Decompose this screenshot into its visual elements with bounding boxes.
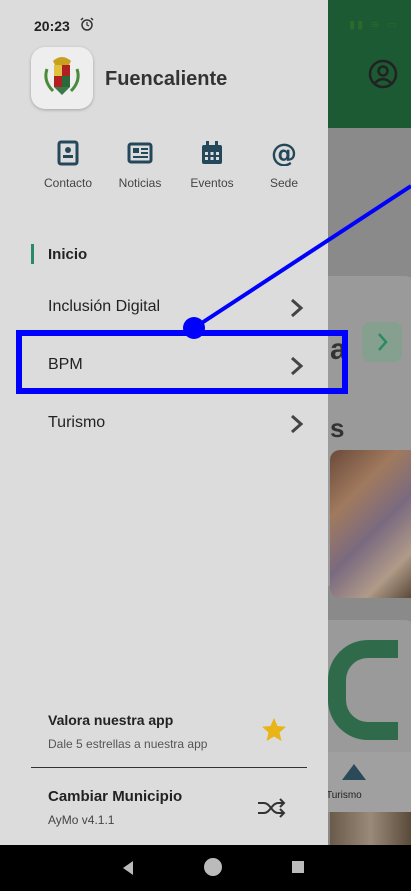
background-photo (330, 450, 411, 598)
quick-link-label: Noticias (118, 176, 162, 190)
menu-item-label: Turismo (48, 414, 106, 431)
status-icons: ▮▮ ≋ ▭ (349, 19, 399, 31)
chevron-right-icon (291, 298, 304, 318)
navigation-drawer: Fuencaliente Contacto Noticias Eventos @… (0, 0, 328, 845)
coat-of-arms-icon (44, 57, 80, 95)
quick-link-contacto[interactable]: Contacto (38, 140, 98, 190)
recent-apps-icon[interactable] (292, 861, 304, 873)
app-title: Fuencaliente (105, 68, 228, 90)
star-icon[interactable] (260, 716, 288, 744)
newspaper-icon (127, 142, 153, 164)
rate-app-title[interactable]: Valora nuestra app (48, 712, 173, 728)
shuffle-icon[interactable] (256, 794, 288, 822)
mountain-icon (342, 764, 366, 780)
quick-link-eventos[interactable]: Eventos (182, 140, 242, 190)
menu-item-bpm[interactable]: BPM (0, 346, 328, 386)
alarm-icon (80, 17, 94, 31)
at-sign-icon: @ (271, 140, 297, 166)
chevron-right-icon (291, 414, 304, 434)
chevron-right-icon (291, 356, 304, 376)
contact-card-icon (57, 140, 79, 166)
app-logo (31, 47, 93, 109)
menu-item-label: BPM (48, 356, 83, 373)
quick-links: Contacto Noticias Eventos @ Sede (38, 140, 318, 200)
active-indicator (31, 244, 34, 264)
divider (31, 767, 307, 768)
status-time: 20:23 (34, 18, 70, 34)
background-card-text: s (330, 413, 345, 443)
background-logo (328, 640, 398, 740)
svg-text:@: @ (271, 140, 297, 166)
system-nav-bar (0, 845, 411, 891)
user-profile-icon[interactable] (367, 58, 399, 90)
background-next-button (362, 322, 402, 362)
menu-item-label: Inclusión Digital (48, 298, 161, 315)
background-card-text: a (330, 333, 347, 366)
change-municipality-button[interactable]: Cambiar Municipio (48, 788, 182, 805)
rate-app-subtitle: Dale 5 estrellas a nuestra app (48, 737, 208, 751)
status-bar: 20:23 ▮▮ ≋ ▭ (0, 0, 411, 38)
menu-item-inicio[interactable]: Inicio (0, 238, 328, 278)
chevron-right-icon (378, 333, 388, 351)
menu-item-label: Inicio (48, 246, 88, 263)
home-icon[interactable] (204, 858, 222, 876)
back-icon[interactable] (123, 861, 133, 875)
menu-item-turismo[interactable]: Turismo (0, 404, 328, 444)
background-photo (330, 812, 411, 845)
quick-link-label: Contacto (43, 176, 93, 190)
quick-link-label: Sede (269, 176, 299, 190)
quick-link-label: Eventos (190, 176, 234, 190)
menu-item-inclusion-digital[interactable]: Inclusión Digital (0, 288, 328, 328)
quick-link-sede[interactable]: @ Sede (254, 140, 314, 190)
calendar-icon (202, 141, 222, 164)
app-version: AyMo v4.1.1 (48, 813, 115, 827)
background-nav-label: Turismo (326, 790, 362, 801)
quick-link-noticias[interactable]: Noticias (110, 140, 170, 190)
